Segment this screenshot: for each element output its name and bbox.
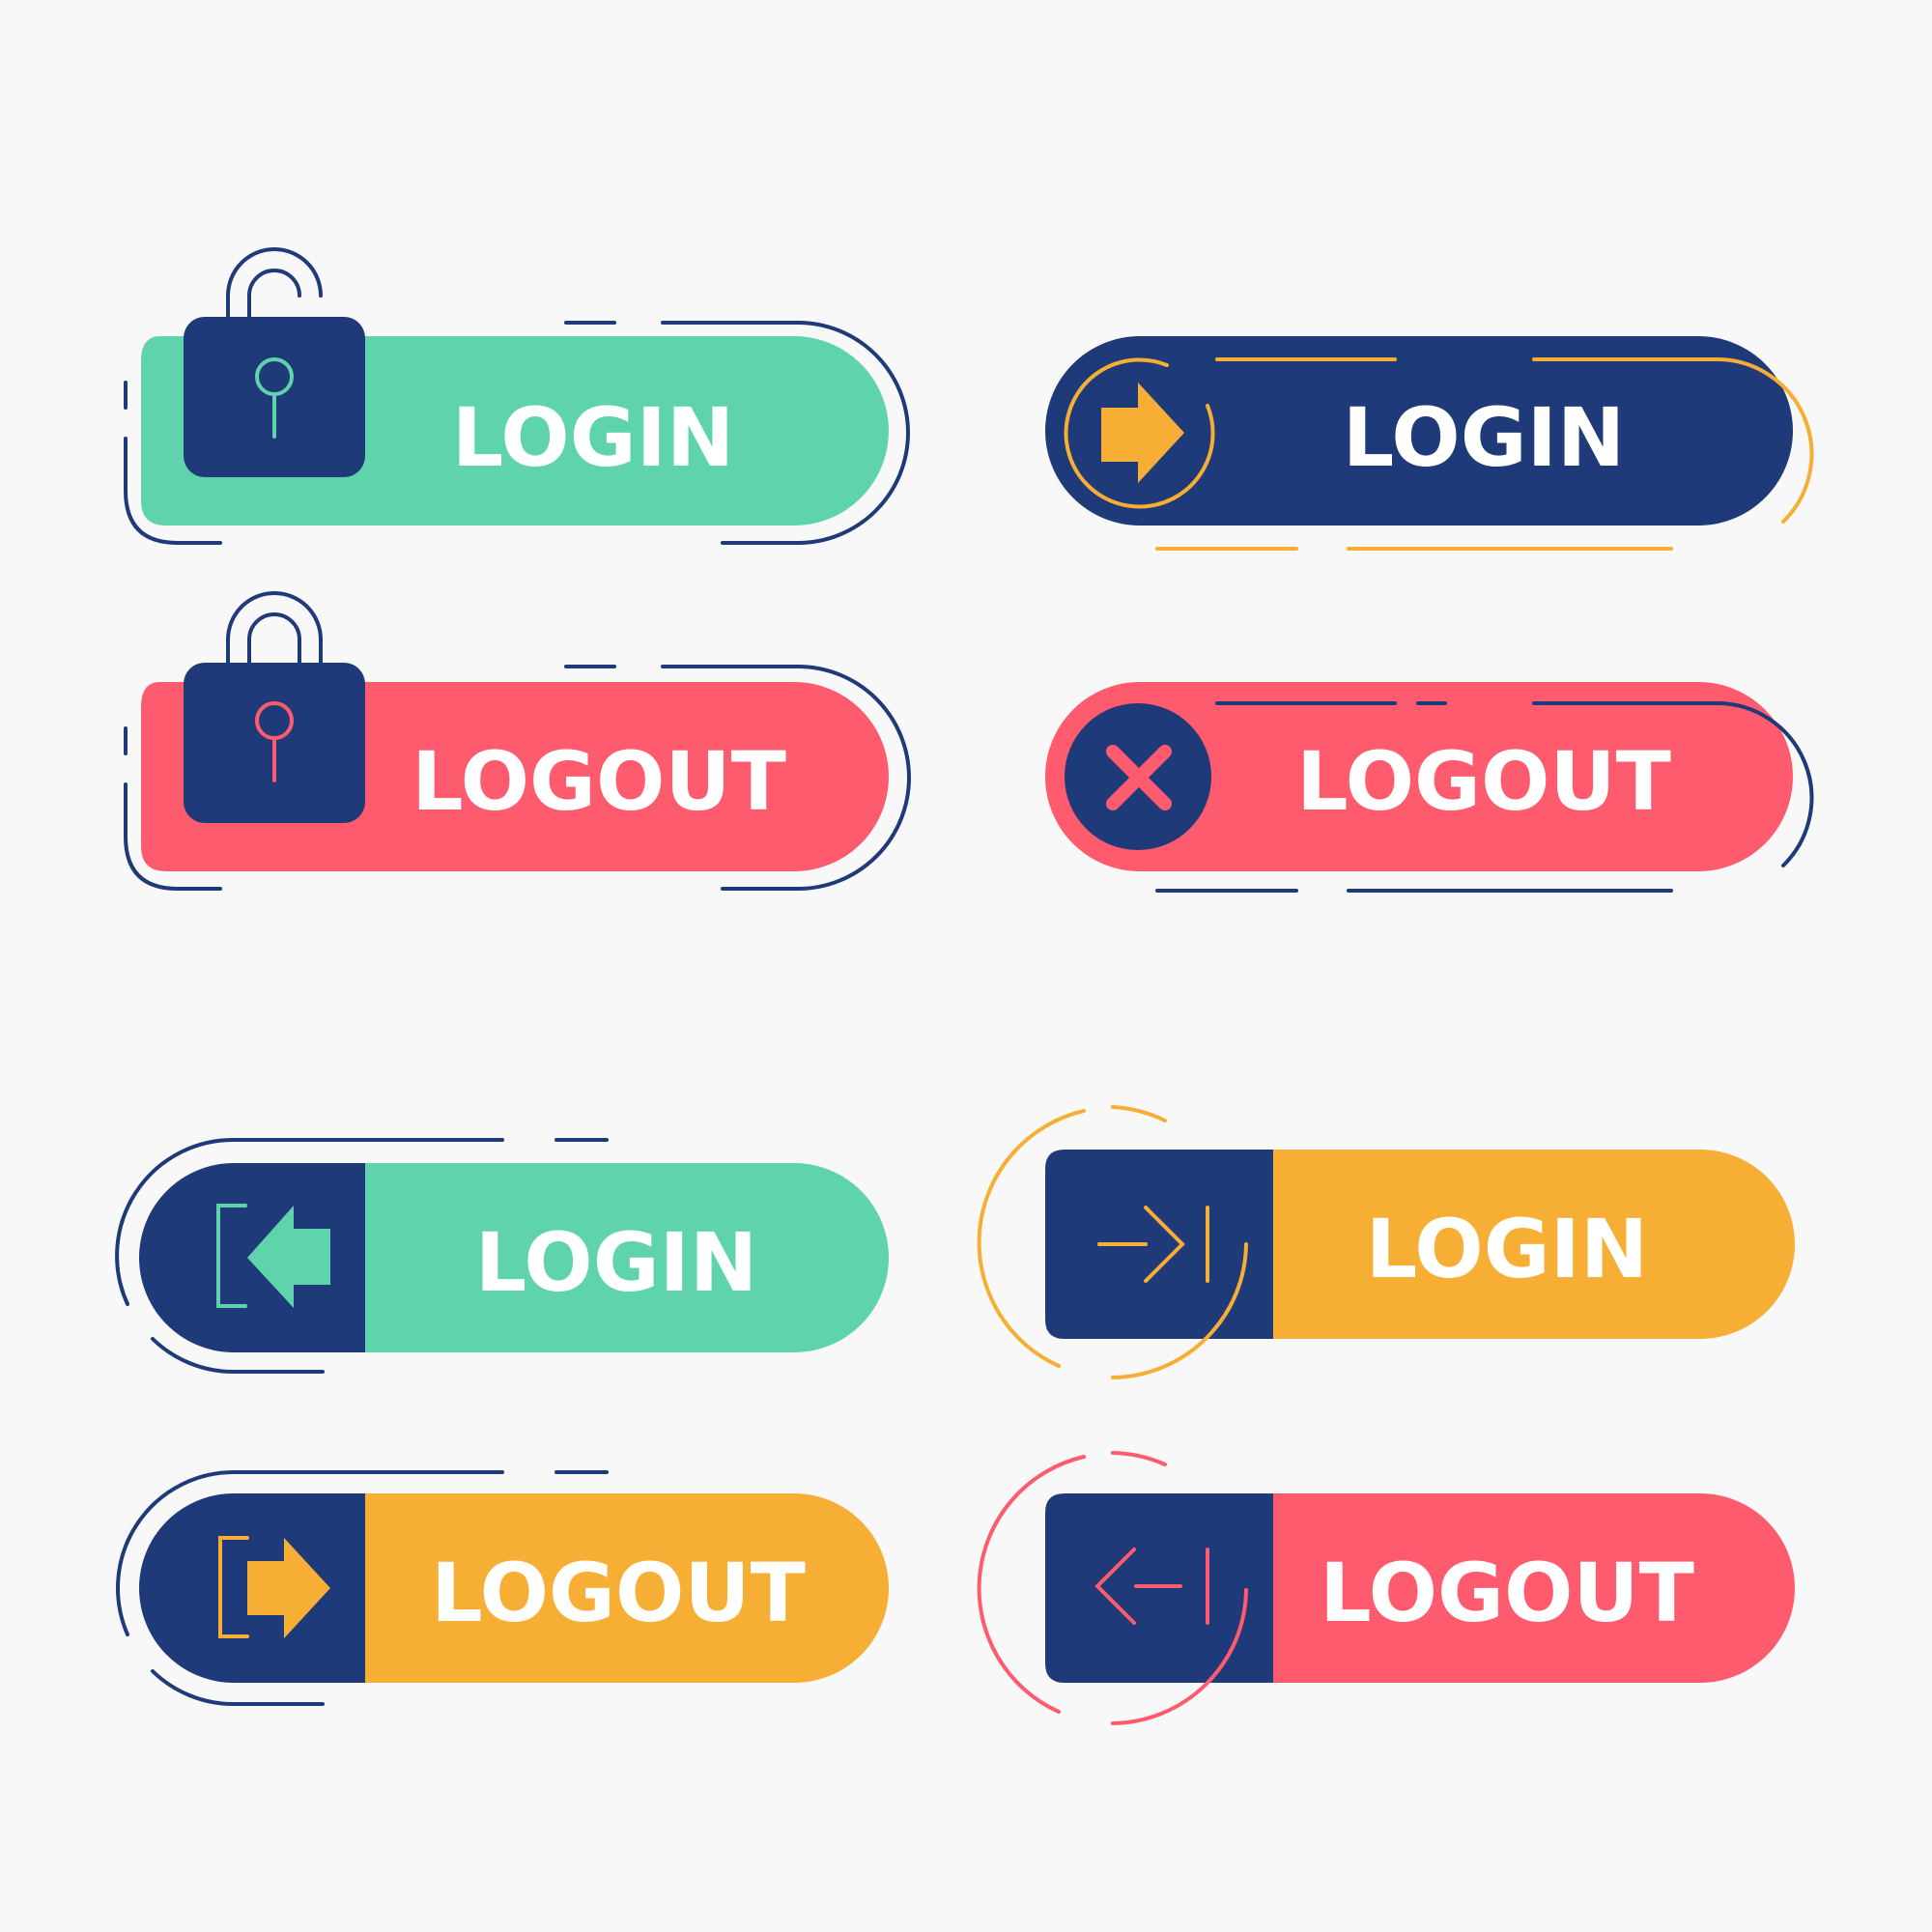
button-set-canvas: LOGIN LOGIN LOGOUT LOGOUT LOGIN LOGIN LO… <box>115 247 1814 1725</box>
login-button-arrow[interactable]: LOGIN <box>1045 336 1814 551</box>
logout-button-door[interactable]: LOGOUT <box>116 1470 889 1707</box>
button-label: LOGIN <box>475 1215 757 1310</box>
button-label: LOGOUT <box>1296 734 1671 829</box>
button-label: LOGIN <box>452 390 734 485</box>
logout-button-close[interactable]: LOGOUT <box>1045 682 1814 893</box>
close-circle-icon <box>1065 703 1211 850</box>
padlock-closed-icon <box>184 591 365 823</box>
login-button-door[interactable]: LOGIN <box>115 1137 889 1375</box>
button-label: LOGOUT <box>1320 1546 1694 1640</box>
logout-button-padlock[interactable]: LOGOUT <box>124 591 911 891</box>
icon-panel <box>1045 1150 1273 1339</box>
button-label: LOGOUT <box>412 734 786 829</box>
button-label: LOGIN <box>1343 390 1625 485</box>
button-label: LOGOUT <box>431 1546 806 1640</box>
logout-button-arrow-bar[interactable]: LOGOUT <box>977 1451 1795 1725</box>
padlock-open-icon <box>184 247 365 477</box>
login-button-arrow-bar[interactable]: LOGIN <box>977 1105 1795 1379</box>
button-label: LOGIN <box>1366 1202 1648 1296</box>
login-button-padlock[interactable]: LOGIN <box>124 247 910 545</box>
